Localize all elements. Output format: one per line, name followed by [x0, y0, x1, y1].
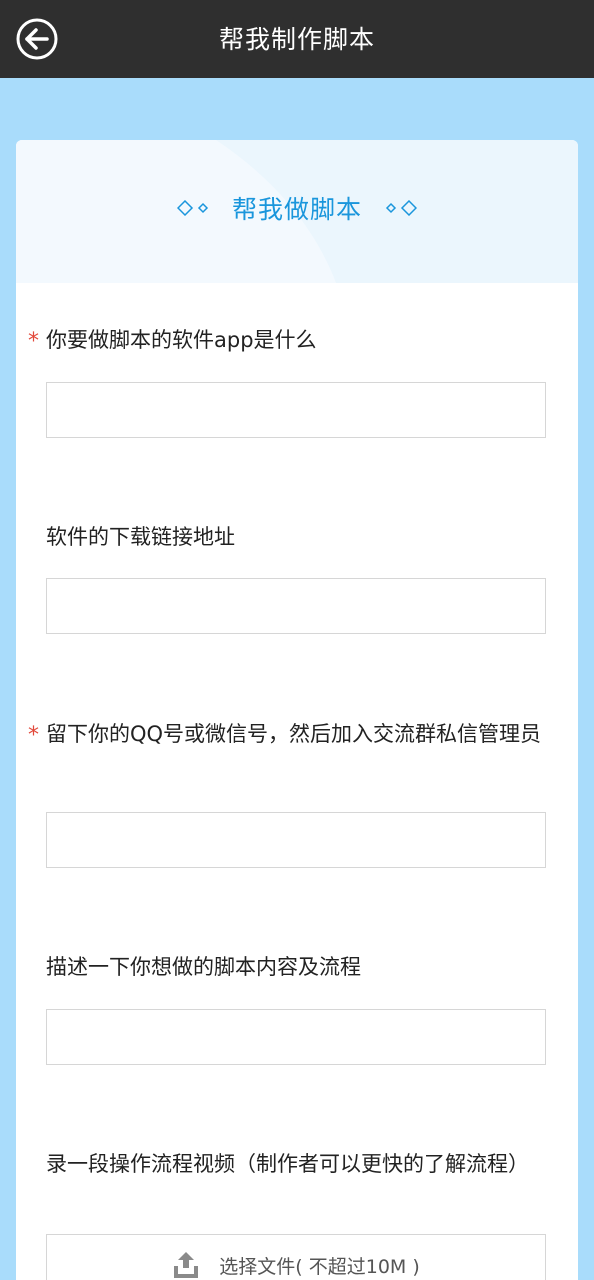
- app-name-input[interactable]: [46, 382, 546, 438]
- required-mark: *: [28, 329, 39, 354]
- upload-content: 选择文件( 不超过10M ): [47, 1251, 545, 1279]
- field-label-description: 描述一下你想做的脚本内容及流程: [46, 955, 361, 979]
- file-upload-button[interactable]: 选择文件( 不超过10M ): [46, 1234, 546, 1280]
- field-label-download-link: 软件的下载链接地址: [46, 525, 235, 549]
- description-input[interactable]: [46, 1009, 546, 1065]
- required-mark: *: [28, 723, 39, 748]
- form-card: 帮我做脚本 * 你要做脚本的软件app是什么 软件的下载链接地址 * 留下你的Q…: [16, 140, 578, 1280]
- page-title: 帮我制作脚本: [218, 25, 375, 54]
- diamond-decoration-icon: [386, 200, 418, 216]
- download-link-input[interactable]: [46, 578, 546, 634]
- field-label-contact: 留下你的QQ号或微信号，然后加入交流群私信管理员: [46, 722, 542, 746]
- field-label-app-name: 你要做脚本的软件app是什么: [46, 328, 317, 352]
- field-label-video: 录一段操作流程视频（制作者可以更快的了解流程）: [46, 1152, 529, 1176]
- diamond-decoration-icon: [176, 200, 208, 216]
- header-title-row: 帮我做脚本: [16, 190, 578, 226]
- form-header: 帮我做脚本: [16, 140, 578, 283]
- form-title: 帮我做脚本: [231, 195, 362, 224]
- upload-label: 选择文件( 不超过10M ): [219, 1255, 420, 1278]
- upload-icon: [174, 1252, 199, 1278]
- app-bar: 帮我制作脚本: [0, 0, 594, 78]
- contact-input[interactable]: [46, 812, 546, 868]
